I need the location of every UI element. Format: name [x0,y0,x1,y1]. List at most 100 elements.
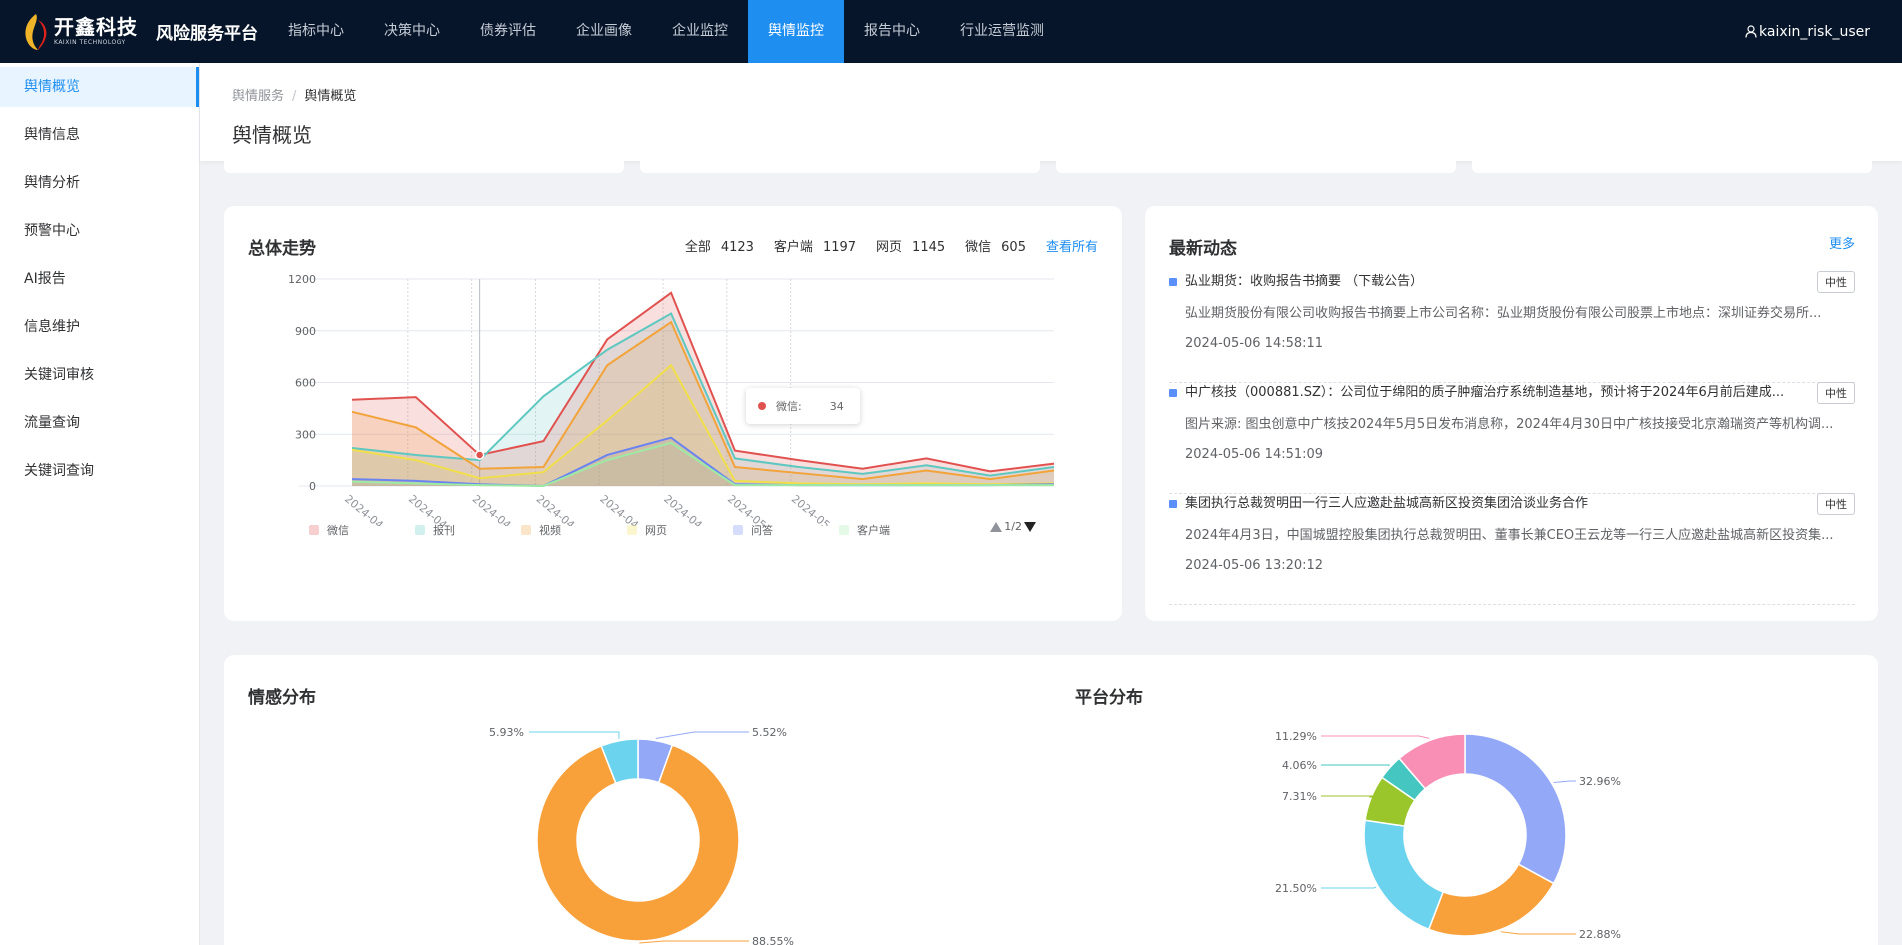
platform-leader-line [1500,931,1576,935]
news-list: 弘业期货：收购报告书摘要 （下载公告） 中性 弘业期货股份有限公司收购报告书摘要… [1169,271,1855,605]
sentiment-tag: 中性 [1817,493,1855,515]
sidebar-item-overview[interactable]: 舆情概览 [0,67,199,107]
sentiment-slice-label: 88.55% [752,935,794,945]
legend-item[interactable]: 微信 [309,522,415,538]
user-menu[interactable]: kaixin_risk_user [1745,0,1870,63]
y-tick-label: 300 [295,428,316,441]
news-card: 最新动态 更多 弘业期货：收购报告书摘要 （下载公告） 中性 弘业期货股份有限公… [1145,206,1878,621]
legend-label: 网页 [645,524,667,537]
sentiment-tag: 中性 [1817,382,1855,404]
stat-card-edge [1472,161,1872,173]
top-navbar: 开鑫科技 KAIXIN TECHNOLOGY 风险服务平台 指标中心 决策中心 … [0,0,1902,63]
news-item-title[interactable]: 集团执行总裁贺明田一行三人应邀赴盐城高新区投资集团洽谈业务合作 [1185,494,1815,514]
legend-swatch [733,525,743,535]
nav-item-decision-center[interactable]: 决策中心 [364,0,460,63]
x-tick-label: 2024-04-28 [534,492,591,526]
x-tick-label: 2024-04-25 [342,492,399,526]
x-tick-label: 2024-04-30 [661,492,718,526]
nav-item-company-profile[interactable]: 企业画像 [556,0,652,63]
pager-text: 1/2 [1004,520,1022,533]
x-tick-label: 2024-04-26 [406,492,463,526]
platform-slice-label: 4.06% [1282,759,1317,772]
platform-slice [1363,819,1445,931]
legend-label: 问答 [751,524,773,537]
legend-pager: 1/2 [990,520,1036,533]
sidebar-item-info-maintenance[interactable]: 信息维护 [0,303,199,351]
nav-item-company-monitoring[interactable]: 企业监控 [652,0,748,63]
trend-legend: 微信 报刊 视频 网页 问答 客户端 [309,522,945,538]
legend-item[interactable]: 客户端 [839,522,945,538]
nav-item-bond-evaluation[interactable]: 债券评估 [460,0,556,63]
brand-logo[interactable]: 开鑫科技 KAIXIN TECHNOLOGY [0,0,156,63]
brand-name: 开鑫科技 [54,15,138,39]
platform-leader-line [1321,795,1383,798]
legend-label: 报刊 [433,524,455,537]
sidebar-item-analysis[interactable]: 舆情分析 [0,159,199,207]
series-area-微信 [352,292,1054,486]
nav-item-report-center[interactable]: 报告中心 [844,0,940,63]
sentiment-slice-label: 5.93% [489,726,524,739]
tooltip-value: 34 [829,399,844,413]
platform-leader-line [1321,886,1377,889]
news-item-time: 2024-05-06 14:51:09 [1185,447,1324,462]
sentiment-leader-line [655,731,749,740]
distribution-card: 情感分布 平台分布 5.52% 88.55% 5.93% 32.96% 22.88% 21… [224,655,1878,945]
sidebar-item-traffic-query[interactable]: 流量查询 [0,399,199,447]
sidebar-item-keyword-review[interactable]: 关键词审核 [0,351,199,399]
legend-item[interactable]: 问答 [733,522,839,538]
pager-prev-icon[interactable] [990,521,1003,532]
trend-chart[interactable]: 030060090012002024-04-25 2024-04-26 2024-0… [224,206,1122,526]
legend-item[interactable]: 网页 [627,522,733,538]
legend-swatch [309,525,319,535]
stat-card-edge [224,161,624,173]
platform-slice-label: 22.88% [1579,928,1621,941]
tooltip-dot [758,402,766,410]
sidebar-item-keyword-query[interactable]: 关键词查询 [0,447,199,495]
platform-leader-line [1321,735,1430,739]
pager-next-icon[interactable] [1024,521,1036,532]
breadcrumb-separator: / [292,89,297,104]
legend-swatch [521,525,531,535]
username: kaixin_risk_user [1759,23,1870,40]
sentiment-tag: 中性 [1817,271,1855,293]
sentiment-slice-label: 5.52% [752,726,787,739]
platform-slice-label: 32.96% [1579,775,1621,788]
x-tick-label: 2024-04-29 [597,492,654,526]
user-icon [1745,25,1757,38]
nav-item-indicator-center[interactable]: 指标中心 [268,0,364,63]
legend-label: 客户端 [857,524,890,537]
news-item-time: 2024-05-06 14:58:11 [1185,336,1324,351]
news-item[interactable]: 集团执行总裁贺明田一行三人应邀赴盐城高新区投资集团洽谈业务合作 中性 2024年… [1169,493,1855,605]
x-tick-label: 2024-05-01 [725,492,782,526]
distribution-charts[interactable]: 5.52% 88.55% 5.93% 32.96% 22.88% 21.50% 7.31% 4… [224,655,1878,945]
platform-slice-label: 11.29% [1275,730,1317,743]
sidebar-item-ai-report[interactable]: AI报告 [0,255,199,303]
news-item[interactable]: 中广核技（000881.SZ）：公司位于绵阳的质子肿瘤治疗系统制造基地，预计将于… [1169,382,1855,494]
nav-item-industry-monitoring[interactable]: 行业运营监测 [940,0,1064,63]
news-item-title[interactable]: 中广核技（000881.SZ）：公司位于绵阳的质子肿瘤治疗系统制造基地，预计将于… [1185,383,1815,403]
tooltip-label: 微信: [776,400,802,413]
news-bullet-icon [1169,500,1177,508]
platform-leader-line [1553,780,1576,783]
legend-swatch [839,525,849,535]
main-nav: 指标中心 决策中心 债券评估 企业画像 企业监控 舆情监控 报告中心 行业运营监… [268,0,1064,63]
legend-item[interactable]: 视频 [521,522,627,538]
chart-tooltip: 微信: 34 [746,388,860,424]
news-item-summary: 图片来源: 图虫创意中广核技2024年5月5日发布消息称，2024年4月30日中… [1185,417,1834,432]
breadcrumb-item-service[interactable]: 舆情服务 [232,89,284,104]
news-item-summary: 弘业期货股份有限公司收购报告书摘要上市公司名称：弘业期货股份有限公司股票上市地点… [1185,306,1822,321]
legend-item[interactable]: 报刊 [415,522,521,538]
y-tick-label: 1200 [288,273,316,286]
news-bullet-icon [1169,389,1177,397]
legend-swatch [627,525,637,535]
news-item[interactable]: 弘业期货：收购报告书摘要 （下载公告） 中性 弘业期货股份有限公司收购报告书摘要… [1169,271,1855,383]
y-tick-label: 600 [295,377,316,390]
stat-card-edge [1056,161,1456,173]
news-item-title[interactable]: 弘业期货：收购报告书摘要 （下载公告） [1185,272,1815,292]
sidebar-item-alert-center[interactable]: 预警中心 [0,207,199,255]
nav-item-public-opinion-monitoring[interactable]: 舆情监控 [748,0,844,63]
more-link[interactable]: 更多 [1829,233,1855,252]
sidebar: 舆情概览 舆情信息 舆情分析 预警中心 AI报告 信息维护 关键词审核 流量查询… [0,63,200,945]
news-item-summary: 2024年4月3日，中国城盟控股集团执行总裁贺明田、董事长兼CEO王云龙等一行三… [1185,528,1834,543]
sidebar-item-info[interactable]: 舆情信息 [0,111,199,159]
